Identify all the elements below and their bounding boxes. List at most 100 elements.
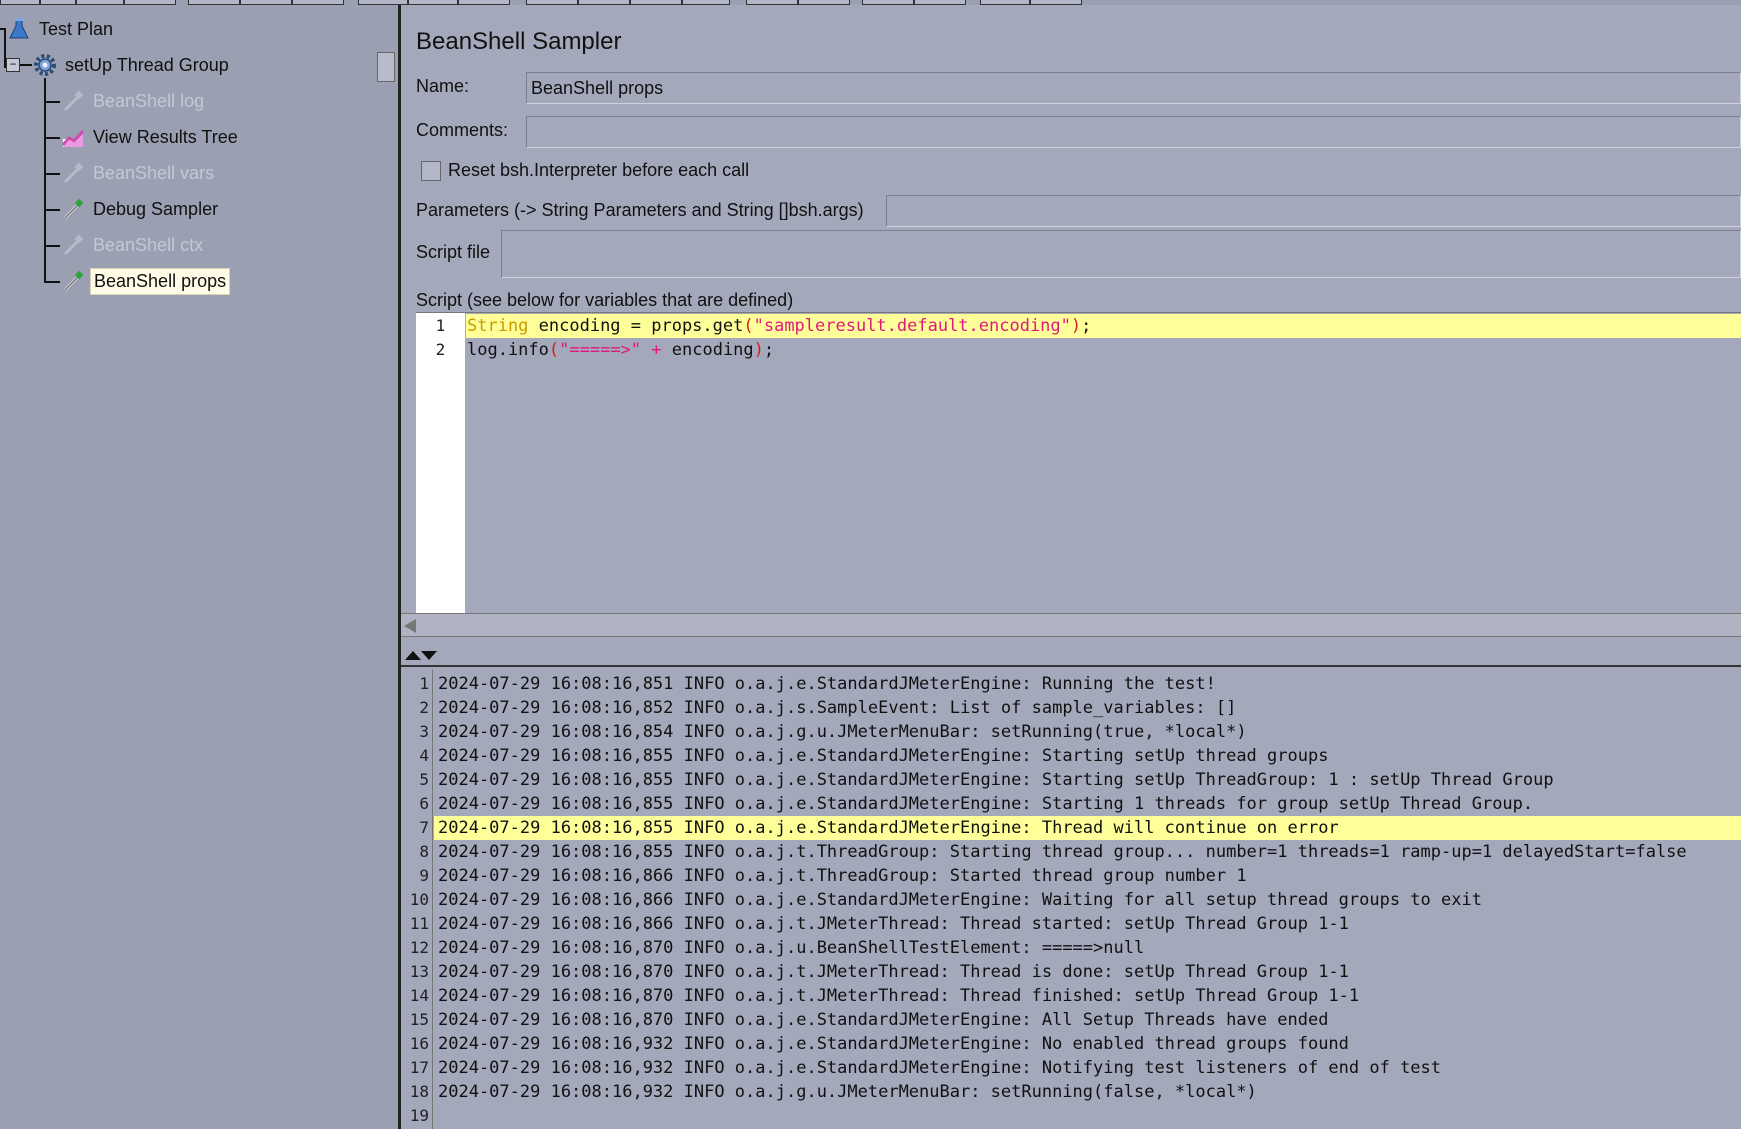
- tree-item-label: View Results Tree: [93, 126, 238, 147]
- log-line[interactable]: 2024-07-29 16:08:16,866 INFO o.a.j.t.JMe…: [434, 912, 1741, 936]
- parameters-field[interactable]: [886, 195, 1741, 227]
- tree-connector: [20, 64, 32, 66]
- pipette-icon: [60, 160, 86, 186]
- log-line[interactable]: 2024-07-29 16:08:16,852 INFO o.a.j.s.Sam…: [434, 696, 1741, 720]
- log-line-number: 15: [409, 1010, 429, 1029]
- script-file-label: Script file: [416, 242, 491, 262]
- script-label: Script (see below for variables that are…: [416, 290, 794, 310]
- log-line[interactable]: 2024-07-29 16:08:16,932 INFO o.a.j.e.Sta…: [434, 1056, 1741, 1080]
- log-line-number: 7: [419, 818, 429, 837]
- log-line-number: 16: [409, 1034, 429, 1053]
- pipette-icon: [60, 232, 86, 258]
- tree-connector: [44, 173, 60, 175]
- paren-token: ): [753, 340, 764, 360]
- pipette-icon: [60, 196, 86, 222]
- flask-icon: [6, 16, 32, 42]
- log-line-number: 9: [419, 866, 429, 885]
- string-token: "sampleresult.default.encoding": [753, 316, 1071, 336]
- tree-item-label: BeanShell ctx: [93, 234, 204, 255]
- string-token: "=====>": [559, 340, 642, 360]
- tree-item-view-results-tree[interactable]: View Results Tree: [60, 122, 241, 152]
- script-line[interactable]: String encoding = props.get("sampleresul…: [466, 314, 1741, 338]
- log-line[interactable]: 2024-07-29 16:08:16,851 INFO o.a.j.e.Sta…: [434, 672, 1741, 696]
- log-line-number: 4: [419, 746, 429, 765]
- chart-icon: [60, 124, 86, 150]
- tree-connector: [44, 78, 46, 282]
- reset-interpreter-label: Reset bsh.Interpreter before each call: [448, 160, 750, 180]
- log-line[interactable]: 2024-07-29 16:08:16,854 INFO o.a.j.g.u.J…: [434, 720, 1741, 744]
- collapse-down-arrow-icon[interactable]: [421, 651, 437, 660]
- operator-token: +: [651, 340, 662, 360]
- tree-item-label: Debug Sampler: [93, 198, 219, 219]
- tree-item-label: BeanShell props: [90, 267, 231, 295]
- tree-connector: [44, 209, 60, 211]
- log-line[interactable]: 2024-07-29 16:08:16,870 INFO o.a.j.u.Bea…: [434, 936, 1741, 960]
- script-line-number: 1: [435, 316, 446, 335]
- tree-item-label: BeanShell vars: [93, 162, 215, 183]
- paren-token: (: [743, 316, 754, 336]
- reset-interpreter-checkbox[interactable]: [421, 161, 441, 181]
- log-line-number: 18: [409, 1082, 429, 1101]
- splitter-handle[interactable]: [377, 52, 395, 82]
- name-field[interactable]: [526, 72, 1741, 104]
- log-line-number: 8: [419, 842, 429, 861]
- log-split-bar[interactable]: [401, 637, 1741, 667]
- tree-connector: [44, 245, 60, 247]
- log-line[interactable]: 2024-07-29 16:08:16,855 INFO o.a.j.e.Sta…: [434, 816, 1741, 840]
- log-line-number: 1: [419, 674, 429, 693]
- tree-item-beanshell-ctx[interactable]: BeanShell ctx: [60, 230, 206, 260]
- log-line[interactable]: 2024-07-29 16:08:16,932 INFO o.a.j.g.u.J…: [434, 1080, 1741, 1104]
- collapse-toggle-icon[interactable]: −: [6, 58, 20, 72]
- tree-item-beanshell-vars[interactable]: BeanShell vars: [60, 158, 217, 188]
- tree-item-test-plan[interactable]: Test Plan: [6, 14, 116, 44]
- log-line[interactable]: 2024-07-29 16:08:16,866 INFO o.a.j.t.Thr…: [434, 864, 1741, 888]
- pipette-icon: [60, 88, 86, 114]
- log-line[interactable]: 2024-07-29 16:08:16,855 INFO o.a.j.e.Sta…: [434, 768, 1741, 792]
- log-line-number: 10: [409, 890, 429, 909]
- log-line[interactable]: 2024-07-29 16:08:16,870 INFO o.a.j.t.JMe…: [434, 960, 1741, 984]
- tree-connector: [44, 281, 60, 283]
- log-line-number: 19: [409, 1106, 429, 1125]
- log-line[interactable]: 2024-07-29 16:08:16,855 INFO o.a.j.t.Thr…: [434, 840, 1741, 864]
- keyword-token: String: [467, 316, 529, 336]
- script-line-number: 2: [435, 340, 446, 359]
- script-file-field[interactable]: [501, 230, 1741, 278]
- tree-item-beanshell-props[interactable]: BeanShell props: [60, 266, 231, 296]
- tree-item-label: Test Plan: [39, 18, 114, 39]
- paren-token: ): [1070, 316, 1082, 336]
- log-line[interactable]: 2024-07-29 16:08:16,866 INFO o.a.j.e.Sta…: [434, 888, 1741, 912]
- log-line-number: 5: [419, 770, 429, 789]
- scroll-left-arrow-icon[interactable]: [404, 619, 416, 633]
- pipette-icon: [60, 268, 86, 294]
- tree-item-label: setUp Thread Group: [65, 54, 229, 75]
- expand-up-arrow-icon[interactable]: [405, 651, 421, 660]
- log-line-number: 6: [419, 794, 429, 813]
- tree-item-debug-sampler[interactable]: Debug Sampler: [60, 194, 221, 224]
- log-line[interactable]: 2024-07-29 16:08:16,855 INFO o.a.j.e.Sta…: [434, 792, 1741, 816]
- log-line[interactable]: 2024-07-29 16:08:16,870 INFO o.a.j.t.JMe…: [434, 984, 1741, 1008]
- tree-item-beanshell-log[interactable]: BeanShell log: [60, 86, 207, 116]
- gear-icon: [32, 52, 58, 78]
- log-line[interactable]: 2024-07-29 16:08:16,932 INFO o.a.j.e.Sta…: [434, 1032, 1741, 1056]
- name-label: Name:: [416, 76, 470, 96]
- script-line[interactable]: log.info("=====>" + encoding);: [466, 338, 1741, 362]
- tree-connector: [44, 101, 60, 103]
- log-line[interactable]: [434, 1104, 1741, 1128]
- comments-label: Comments:: [416, 120, 509, 140]
- comments-field[interactable]: [526, 116, 1741, 148]
- tree-item-label: BeanShell log: [93, 90, 205, 111]
- editor-horizontal-scrollbar[interactable]: [401, 613, 1741, 637]
- panel-splitter[interactable]: [368, 5, 400, 1129]
- log-line-number: 3: [419, 722, 429, 741]
- tree-item-setup-thread-group[interactable]: setUp Thread Group: [32, 50, 232, 80]
- parameters-label: Parameters (-> String Parameters and Str…: [416, 200, 864, 220]
- log-line[interactable]: 2024-07-29 16:08:16,870 INFO o.a.j.e.Sta…: [434, 1008, 1741, 1032]
- paren-token: (: [548, 340, 560, 360]
- log-line-number: 17: [409, 1058, 429, 1077]
- tree-connector: [44, 137, 60, 139]
- log-line[interactable]: 2024-07-29 16:08:16,855 INFO o.a.j.e.Sta…: [434, 744, 1741, 768]
- page-title: BeanShell Sampler: [416, 28, 622, 55]
- log-line-number: 2: [419, 698, 429, 717]
- log-line-number: 11: [409, 914, 429, 933]
- log-line-number: 12: [409, 938, 429, 957]
